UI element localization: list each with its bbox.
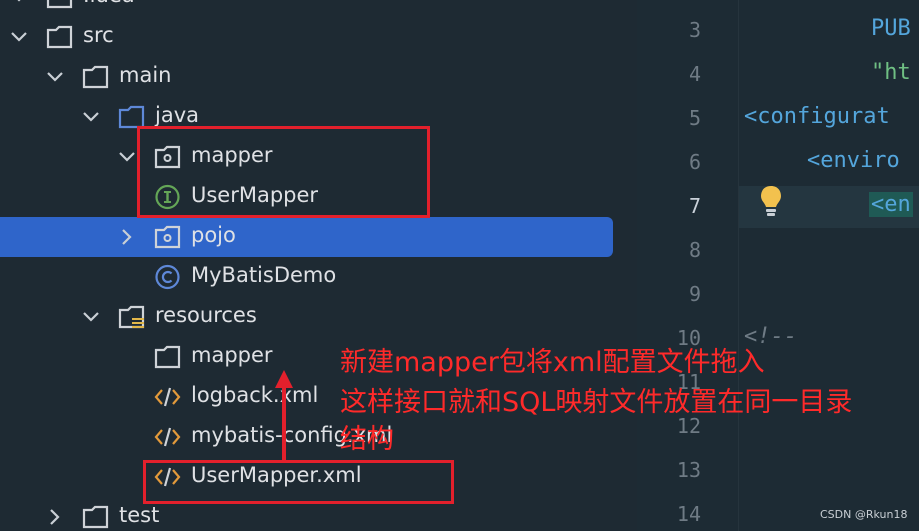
annotation-line-3: 结构: [340, 424, 394, 455]
folder-icon: [82, 504, 109, 530]
chevron-down-icon[interactable]: [118, 148, 136, 166]
tree-item-label: MyBatisDemo: [191, 263, 337, 287]
code-line-4: "ht: [871, 60, 911, 85]
chevron-right-icon[interactable]: [118, 228, 136, 246]
line-number: 14: [676, 502, 701, 526]
folder-icon: [82, 64, 109, 90]
highlight-box-mapper-package: [137, 126, 430, 218]
code-editor[interactable]: 3 4 5 6 7 8 9 10 11 12 13 14 PUB "ht <configurat <e…: [637, 0, 919, 531]
annotation-line-1: 新建mapper包将xml配置文件拖入: [340, 347, 765, 378]
tree-item-resources[interactable]: resources: [0, 297, 637, 337]
line-number-gutter: 3 4 5 6 7 8 9 10 11 12 13 14: [637, 0, 738, 531]
resources-folder-icon: [118, 304, 145, 330]
xml-file-icon: [154, 424, 181, 450]
line-number: 3: [688, 18, 701, 42]
tree-item-label: java: [155, 103, 199, 127]
chevron-down-icon[interactable]: [10, 0, 28, 6]
chevron-down-icon[interactable]: [82, 108, 100, 126]
code-line-6: <enviro: [807, 148, 900, 173]
code-line-5: <configurat: [744, 104, 890, 129]
arrow-up-icon: [275, 370, 293, 462]
line-number: 7: [688, 194, 701, 218]
tree-item-label: main: [119, 63, 172, 87]
chevron-right-icon[interactable]: [46, 508, 64, 526]
code-line-7: <en: [869, 192, 913, 217]
highlight-box-usermapper-xml: [143, 460, 454, 504]
tree-item-src[interactable]: src: [0, 17, 637, 57]
xml-file-icon: [154, 384, 181, 410]
line-number: 6: [688, 150, 701, 174]
watermark: CSDN @Rkun18: [820, 508, 908, 521]
tree-item-label: mapper: [191, 343, 273, 367]
chevron-down-icon[interactable]: [10, 28, 28, 46]
tree-item-mybatis-config-xml[interactable]: mybatis-config.xml: [0, 417, 637, 457]
tree-item-label: resources: [155, 303, 257, 327]
gutter-divider: [738, 0, 739, 531]
lightbulb-icon[interactable]: [759, 184, 783, 218]
tree-item-label: logback.xml: [191, 383, 319, 407]
tree-item-main[interactable]: main: [0, 57, 637, 97]
line-number: 4: [688, 62, 701, 86]
folder-icon: [46, 24, 73, 50]
project-tree: .ideasrcmainjavamapperUserMapperpojoMyBa…: [0, 0, 637, 531]
code-line-3: PUB: [871, 16, 911, 41]
tree-item--idea[interactable]: .idea: [0, 0, 637, 17]
line-number: 13: [676, 458, 701, 482]
annotation-line-2: 这样接口就和SQL映射文件放置在同一目录: [340, 387, 853, 418]
tree-item-label: pojo: [191, 223, 236, 247]
line-number: 5: [688, 106, 701, 130]
class-icon: [154, 264, 181, 290]
folder-icon: [46, 0, 73, 10]
chevron-down-icon[interactable]: [46, 68, 64, 86]
tree-item-label: .idea: [83, 0, 135, 7]
line-number: 8: [688, 238, 701, 262]
tree-item-mybatisdemo[interactable]: MyBatisDemo: [0, 257, 637, 297]
tree-item-pojo[interactable]: pojo: [0, 217, 613, 257]
line-number: 9: [688, 282, 701, 306]
chevron-down-icon[interactable]: [82, 308, 100, 326]
tree-item-label: test: [119, 503, 160, 527]
tree-item-label: src: [83, 23, 114, 47]
package-icon: [154, 224, 181, 250]
folder-icon: [154, 344, 181, 370]
